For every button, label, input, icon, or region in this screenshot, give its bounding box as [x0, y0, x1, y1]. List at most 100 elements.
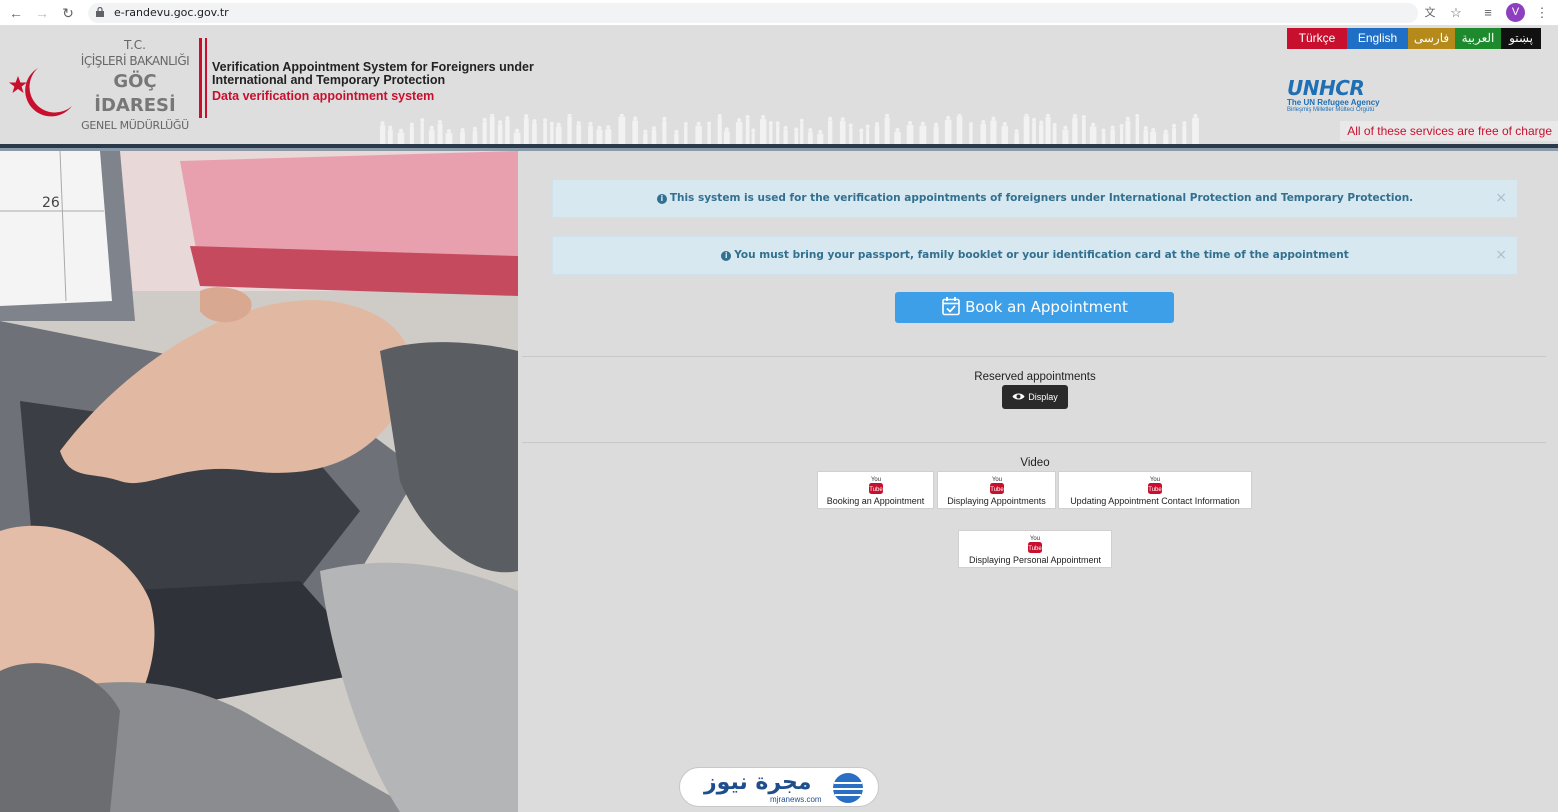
silhouette-figure — [482, 121, 487, 144]
silhouette-figure — [387, 129, 393, 144]
silhouette-head — [1014, 129, 1019, 134]
site-watermark-logo: مجرة نيوز mjranews.com — [679, 767, 879, 807]
video-updating-contact-info[interactable]: You Tube Updating Appointment Contact Inf… — [1058, 471, 1252, 509]
translate-icon[interactable]: 文 — [1420, 3, 1440, 23]
silhouette-head — [957, 114, 962, 117]
close-icon[interactable]: × — [1495, 180, 1507, 217]
silhouette-figure — [759, 119, 767, 144]
silhouette-head — [388, 125, 393, 130]
silhouette-figure — [1150, 131, 1157, 144]
silhouette-figure — [735, 122, 743, 144]
video-section-label: Video — [1020, 457, 1050, 469]
silhouette-head — [490, 114, 495, 117]
silhouette-figure — [445, 133, 453, 144]
svg-text:Tube: Tube — [1148, 487, 1162, 493]
silhouette-figure — [990, 120, 997, 144]
silhouette-head — [934, 122, 939, 127]
silhouette-head — [643, 129, 648, 134]
silhouette-head — [981, 120, 986, 125]
silhouette-figure — [839, 121, 846, 144]
youtube-icon: You Tube — [868, 477, 883, 494]
silhouette-head — [633, 116, 638, 121]
silhouette-figure — [800, 122, 804, 144]
silhouette-figure — [567, 116, 572, 144]
silhouette-head — [1101, 128, 1106, 133]
silhouette-figure — [523, 118, 529, 144]
silhouette-head — [1002, 122, 1007, 127]
language-selector: Türkçe English فارسی العربية پښتو — [1287, 28, 1541, 49]
star-icon[interactable]: ☆ — [1446, 3, 1466, 23]
display-button[interactable]: Display — [1002, 385, 1068, 409]
book-appointment-label: Book an Appointment — [965, 298, 1128, 316]
silhouette-head — [619, 114, 624, 117]
back-icon[interactable]: ← — [6, 3, 26, 23]
silhouette-head — [761, 115, 766, 120]
unhcr-name: UNHCR — [1287, 76, 1365, 100]
silhouette-head — [606, 125, 611, 130]
silhouette-figure — [919, 125, 927, 144]
silhouette-figure — [651, 130, 657, 144]
silhouette-figure — [944, 119, 952, 144]
silhouette-head — [745, 115, 750, 120]
video-booking-appointment[interactable]: You Tube Booking an Appointment — [817, 471, 934, 509]
silhouette-figure — [632, 120, 638, 144]
language-option-4[interactable]: پښتو — [1501, 28, 1541, 49]
silhouette-figure — [783, 129, 788, 144]
globe-icon — [833, 773, 863, 803]
silhouette-figure — [866, 128, 870, 144]
language-option-0[interactable]: Türkçe — [1287, 28, 1347, 49]
silhouette-figure — [1192, 118, 1199, 144]
unhcr-logo[interactable]: UNHCR The UN Refugee Agency Birleşmiş Mi… — [1287, 76, 1380, 113]
crescent-star-logo[interactable] — [6, 58, 76, 128]
media-icon[interactable]: ≡ — [1478, 3, 1498, 23]
video-label: Displaying Appointments — [947, 496, 1046, 506]
silhouette-figure — [745, 119, 750, 144]
silhouette-head — [429, 125, 434, 130]
silhouette-head — [515, 128, 520, 133]
reload-icon[interactable]: ↻ — [58, 3, 78, 23]
silhouette-figure — [859, 132, 863, 144]
silhouette-head — [446, 129, 451, 134]
silhouette-head — [409, 122, 414, 127]
youtube-icon: You Tube — [1148, 477, 1162, 494]
silhouette-head — [588, 121, 593, 126]
silhouette-figure — [420, 122, 424, 144]
silhouette-head — [696, 121, 701, 126]
silhouette-head — [1172, 123, 1177, 128]
silhouette-head — [946, 115, 951, 120]
silhouette-figure — [1135, 117, 1140, 144]
menu-icon[interactable]: ⋮ — [1532, 3, 1552, 23]
address-bar[interactable]: e-randevu.goc.gov.tr — [88, 3, 1418, 23]
book-appointment-button[interactable]: Book an Appointment — [895, 292, 1174, 323]
forward-icon[interactable]: → — [32, 3, 52, 23]
language-option-2[interactable]: فارسی — [1408, 28, 1455, 49]
silhouette-figure — [409, 126, 414, 144]
silhouette-figure — [1143, 129, 1149, 144]
info-alert-protection: i This system is used for the verificatio… — [552, 179, 1518, 218]
info-icon: i — [721, 251, 732, 261]
hands-on-laptop-photo: 26 — [0, 151, 518, 812]
silhouette-head — [498, 120, 503, 125]
profile-avatar[interactable]: V — [1506, 3, 1525, 22]
silhouette-figure — [723, 131, 730, 144]
video-displaying-appointments[interactable]: You Tube Displaying Appointments — [937, 471, 1056, 509]
language-option-1[interactable]: English — [1347, 28, 1408, 49]
silhouette-head — [895, 127, 900, 132]
video-displaying-personal-appointment[interactable]: You Tube Displaying Personal Appointment — [958, 530, 1112, 568]
silhouette-figure — [1045, 116, 1051, 144]
video-label: Updating Appointment Contact Information — [1070, 496, 1240, 506]
silhouette-head — [1081, 115, 1086, 120]
silhouette-figure — [605, 129, 612, 144]
silhouette-figure — [1125, 120, 1131, 144]
silhouette-head — [482, 117, 487, 122]
silhouette-head — [1193, 114, 1198, 119]
silhouette-figure — [576, 125, 582, 144]
silhouette-head — [783, 125, 788, 130]
silhouette-head — [1024, 114, 1029, 117]
silhouette-head — [524, 114, 529, 119]
silhouette-head — [1143, 125, 1148, 130]
language-option-3[interactable]: العربية — [1455, 28, 1501, 49]
close-icon[interactable]: × — [1495, 237, 1507, 274]
silhouette-figure — [817, 133, 824, 144]
svg-text:Tube: Tube — [990, 487, 1004, 493]
